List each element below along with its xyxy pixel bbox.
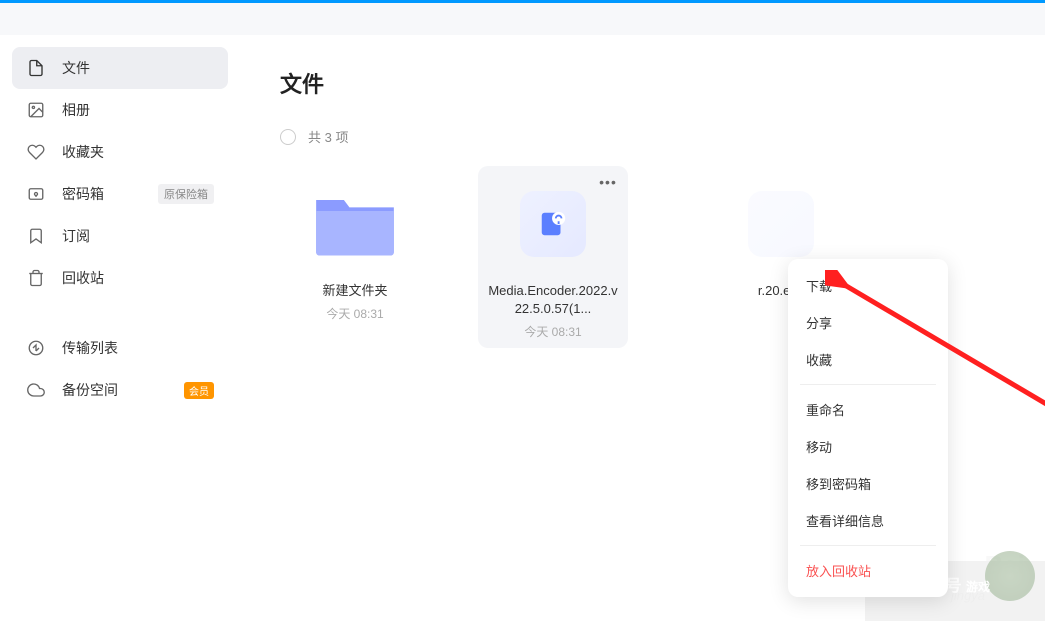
heart-icon — [26, 142, 46, 162]
exe-icon — [748, 191, 814, 257]
menu-move[interactable]: 移动 — [788, 428, 948, 465]
sidebar-item-backup[interactable]: 备份空间 会员 — [12, 369, 228, 411]
vip-badge: 会员 — [184, 382, 214, 399]
transfer-icon — [26, 338, 46, 358]
file-item-folder[interactable]: 新建文件夹 今天 08:31 — [280, 166, 430, 348]
safebox-badge: 原保险箱 — [158, 184, 214, 204]
file-time: 今天 08:31 — [486, 323, 620, 340]
sidebar-item-label: 传输列表 — [62, 338, 214, 358]
sidebar-item-files[interactable]: 文件 — [12, 47, 228, 89]
exe-icon — [520, 191, 586, 257]
sidebar-item-label: 回收站 — [62, 268, 214, 288]
menu-download[interactable]: 下载 — [788, 267, 948, 304]
file-name: 新建文件夹 — [288, 282, 422, 300]
sidebar-item-label: 订阅 — [62, 226, 214, 246]
sidebar: 文件 相册 收藏夹 密码箱 原保险箱 订阅 — [0, 35, 240, 621]
sidebar-item-label: 文件 — [62, 58, 214, 78]
sidebar-item-trash[interactable]: 回收站 — [12, 257, 228, 299]
file-time: 今天 08:31 — [288, 305, 422, 322]
file-item-exe-1[interactable]: ••• Media.Encoder.2022.v22.5.0.57(1... 今… — [478, 166, 628, 348]
folder-icon — [308, 187, 402, 261]
menu-divider — [800, 545, 936, 546]
item-count-label: 共 3 项 — [308, 127, 348, 146]
context-menu: 下载 分享 收藏 重命名 移动 移到密码箱 查看详细信息 放入回收站 — [788, 259, 948, 597]
sidebar-item-transfers[interactable]: 传输列表 — [12, 327, 228, 369]
sidebar-item-safebox[interactable]: 密码箱 原保险箱 — [12, 173, 228, 215]
menu-rename[interactable]: 重命名 — [788, 391, 948, 428]
menu-divider — [800, 384, 936, 385]
sidebar-item-album[interactable]: 相册 — [12, 89, 228, 131]
sidebar-item-label: 密码箱 — [62, 184, 158, 204]
file-name: Media.Encoder.2022.v22.5.0.57(1... — [486, 282, 620, 318]
sidebar-item-subscribe[interactable]: 订阅 — [12, 215, 228, 257]
header-area — [0, 3, 1045, 35]
menu-delete[interactable]: 放入回收站 — [788, 552, 948, 589]
sidebar-item-favorites[interactable]: 收藏夹 — [12, 131, 228, 173]
main-content: 文件 共 3 项 新建文件夹 今天 08:31 ••• — [240, 35, 1045, 621]
menu-details[interactable]: 查看详细信息 — [788, 502, 948, 539]
menu-favorite[interactable]: 收藏 — [788, 341, 948, 378]
page-title: 文件 — [280, 67, 1005, 99]
trash-icon — [26, 268, 46, 288]
select-all-checkbox[interactable] — [280, 129, 296, 145]
file-icon — [26, 58, 46, 78]
photo-icon — [26, 100, 46, 120]
list-header: 共 3 项 — [280, 127, 1005, 146]
bookmark-icon — [26, 226, 46, 246]
sidebar-item-label: 相册 — [62, 100, 214, 120]
sidebar-item-label: 备份空间 — [62, 380, 184, 400]
lock-icon — [26, 184, 46, 204]
menu-share[interactable]: 分享 — [788, 304, 948, 341]
menu-move-safebox[interactable]: 移到密码箱 — [788, 465, 948, 502]
cloud-icon — [26, 380, 46, 400]
sidebar-item-label: 收藏夹 — [62, 142, 214, 162]
